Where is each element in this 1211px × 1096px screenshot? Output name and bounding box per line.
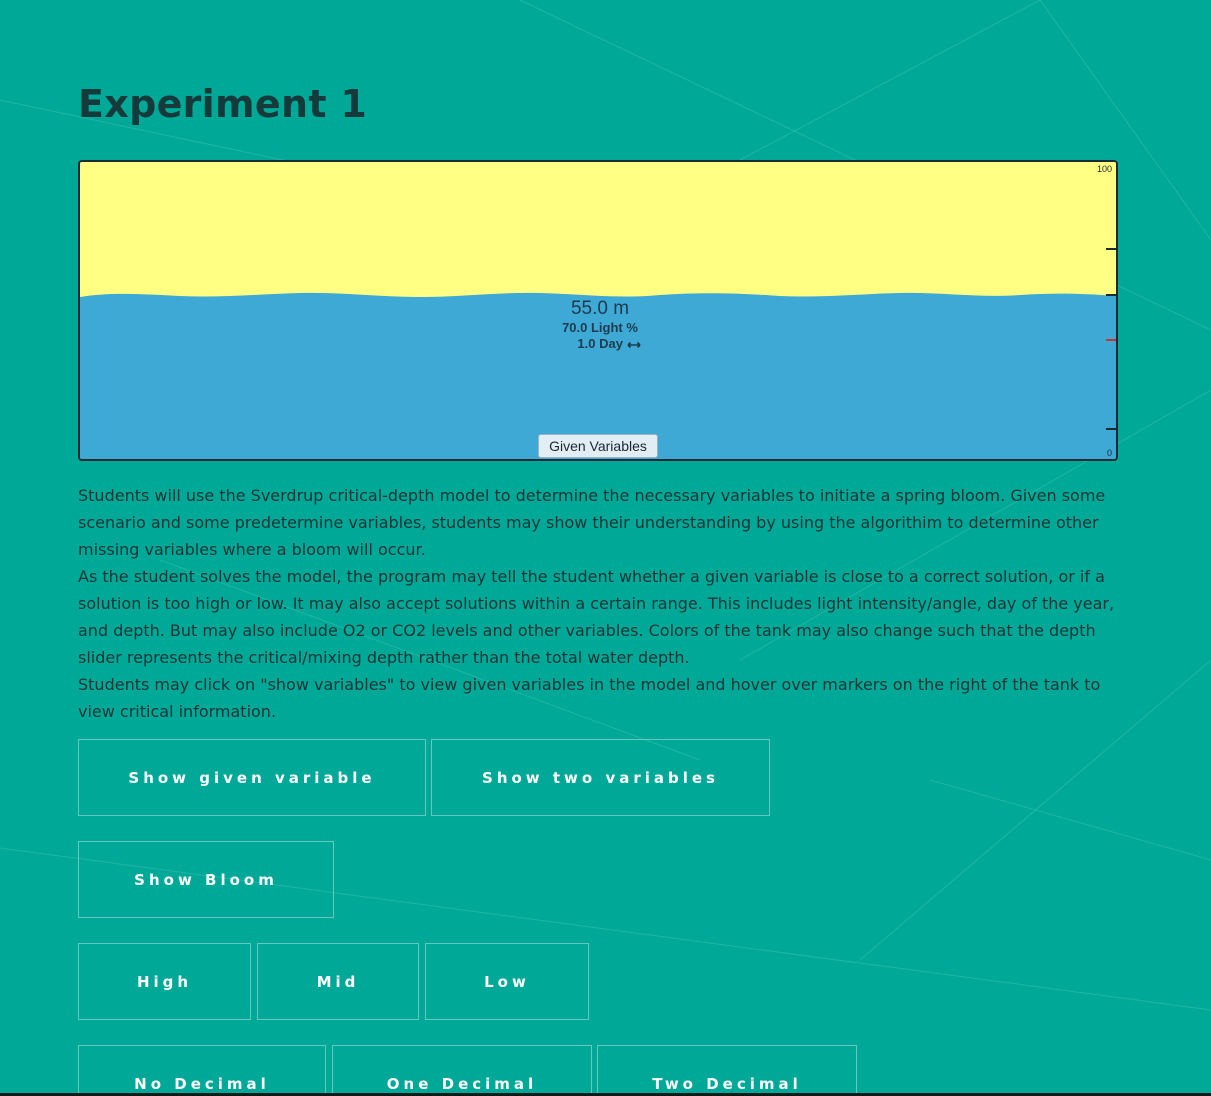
scale-min-label: 0: [1106, 448, 1112, 458]
day-readout: 1.0 Day: [520, 336, 680, 352]
depth-marker[interactable]: [1106, 248, 1116, 250]
no-decimal-button[interactable]: No Decimal: [78, 1045, 326, 1096]
experiment-description: Students will use the Sverdrup critical-…: [78, 482, 1128, 725]
bottom-marker[interactable]: [1106, 428, 1116, 430]
arrows-horizontal-icon: [627, 341, 641, 348]
description-paragraph-3: Students may click on "show variables" t…: [78, 675, 1101, 721]
depth-value: 55.0 m: [570, 298, 630, 319]
given-variables-button[interactable]: Given Variables: [538, 434, 658, 458]
low-button[interactable]: Low: [425, 943, 589, 1020]
show-two-variables-button[interactable]: Show two variables: [431, 739, 770, 816]
day-value: 1.0 Day: [577, 336, 623, 351]
show-bloom-button[interactable]: Show Bloom: [78, 841, 334, 918]
description-paragraph-2: As the student solves the model, the pro…: [78, 567, 1115, 667]
tank-readout: 55.0 m 70.0 Light % 1.0 Day: [520, 298, 680, 352]
surface-marker[interactable]: [1106, 294, 1116, 296]
sky-fill: [80, 162, 1116, 297]
critical-depth-marker[interactable]: [1106, 339, 1116, 341]
show-given-variable-button[interactable]: Show given variable: [78, 739, 426, 816]
page-title: Experiment 1: [78, 82, 368, 126]
water-tank[interactable]: 100 0 55.0 m 70.0 Light % 1.0 Day Given …: [78, 160, 1118, 461]
scale-max-label: 100: [1096, 164, 1112, 174]
mid-button[interactable]: Mid: [257, 943, 419, 1020]
two-decimal-button[interactable]: Two Decimal: [597, 1045, 857, 1096]
high-button[interactable]: High: [78, 943, 251, 1020]
description-paragraph-1: Students will use the Sverdrup critical-…: [78, 486, 1106, 559]
light-value: 70.0 Light %: [562, 320, 638, 335]
one-decimal-button[interactable]: One Decimal: [332, 1045, 592, 1096]
